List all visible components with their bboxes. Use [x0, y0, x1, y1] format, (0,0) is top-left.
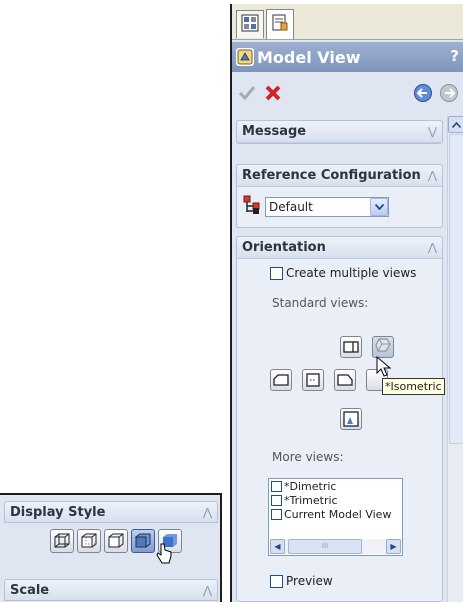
list-item-checkbox[interactable]: [271, 495, 282, 506]
view-left-button[interactable]: [334, 369, 356, 391]
message-header[interactable]: Message ⋁: [237, 121, 442, 143]
configuration-value: Default: [269, 200, 313, 214]
message-group: Message ⋁: [236, 120, 443, 144]
configuration-row: Default: [243, 195, 389, 219]
ok-check-icon[interactable]: [236, 82, 258, 104]
list-horizontal-scrollbar[interactable]: ◀ III ▶: [270, 539, 401, 554]
display-style-label: Display Style: [10, 504, 106, 520]
list-item[interactable]: *Trimetric: [269, 494, 402, 507]
model-view-icon: [236, 48, 254, 66]
property-manager-tab-icon: [271, 14, 289, 36]
list-item-checkbox[interactable]: [271, 481, 282, 492]
collapse-chevron-icon[interactable]: ⋀: [203, 584, 212, 597]
orientation-label: Orientation: [242, 240, 326, 255]
preview-label: Preview: [286, 574, 333, 588]
create-multiple-views-label: Create multiple views: [286, 266, 417, 280]
feature-manager-tab-icon: [241, 14, 259, 36]
help-button[interactable]: ?: [450, 47, 459, 65]
back-arrow-icon[interactable]: [412, 82, 434, 104]
wireframe-button[interactable]: [50, 529, 74, 553]
create-multiple-views-option[interactable]: Create multiple views: [270, 266, 416, 280]
view-isometric-button[interactable]: [372, 336, 394, 358]
configuration-select[interactable]: Default: [265, 197, 389, 217]
scroll-up-button[interactable]: [448, 116, 463, 133]
list-item-label: *Dimetric: [284, 480, 337, 493]
vertical-scrollbar[interactable]: [447, 116, 463, 602]
mouse-cursor-icon: [155, 543, 173, 571]
reference-configuration-header[interactable]: Reference Configuration ⋀: [237, 165, 442, 187]
dropdown-arrow-icon[interactable]: [370, 198, 388, 216]
scroll-thumb-horizontal[interactable]: III: [288, 539, 362, 554]
reference-configuration-group: Reference Configuration ⋀ Default: [236, 164, 443, 228]
preview-checkbox[interactable]: [270, 574, 283, 588]
property-manager-title-bar: Model View ?: [232, 42, 463, 72]
mouse-cursor-icon: [376, 355, 392, 382]
view-back-button[interactable]: [270, 369, 292, 391]
collapse-chevron-icon[interactable]: ⋀: [428, 169, 437, 182]
standard-views-label: Standard views:: [272, 296, 369, 310]
view-front-button[interactable]: [302, 369, 324, 391]
display-style-header[interactable]: Display Style ⋀: [4, 501, 218, 523]
isometric-view-icon: [374, 336, 392, 358]
list-item[interactable]: Current Model View: [269, 508, 402, 521]
manager-tabs: [232, 4, 463, 40]
scale-header[interactable]: Scale ⋀: [4, 579, 218, 601]
configuration-icon: [243, 195, 261, 219]
forward-arrow-icon[interactable]: [438, 82, 460, 104]
scroll-right-button[interactable]: ▶: [386, 539, 401, 554]
property-manager-panel: Model View ? Message ⋁ Reference Configu…: [230, 4, 463, 602]
collapse-chevron-icon[interactable]: ⋀: [203, 506, 212, 519]
hidden-lines-visible-button[interactable]: [77, 529, 101, 553]
expand-chevron-icon[interactable]: ⋁: [428, 125, 437, 138]
shaded-with-edges-button[interactable]: [131, 529, 155, 553]
message-label: Message: [242, 124, 307, 139]
hidden-lines-removed-button[interactable]: [104, 529, 128, 553]
list-item[interactable]: *Dimetric: [269, 480, 402, 493]
collapse-chevron-icon[interactable]: ⋀: [428, 241, 437, 254]
reference-configuration-label: Reference Configuration: [242, 168, 421, 183]
scale-label: Scale: [10, 582, 50, 598]
feature-manager-tab[interactable]: [236, 10, 264, 38]
list-item-label: Current Model View: [284, 508, 392, 521]
create-multiple-views-checkbox[interactable]: [270, 266, 283, 280]
more-views-list[interactable]: *Dimetric *Trimetric Current Model View …: [268, 478, 403, 556]
view-right-button[interactable]: [340, 336, 362, 358]
scroll-left-button[interactable]: ◀: [270, 539, 285, 554]
property-manager-title: Model View: [257, 47, 361, 67]
list-item-checkbox[interactable]: [271, 509, 282, 520]
scroll-thumb[interactable]: [449, 134, 463, 444]
orientation-header[interactable]: Orientation ⋀: [237, 237, 442, 259]
preview-option[interactable]: Preview: [270, 574, 333, 588]
action-buttons: [232, 76, 463, 110]
list-item-label: *Trimetric: [284, 494, 338, 507]
more-views-label: More views:: [272, 450, 344, 464]
property-manager-tab[interactable]: [266, 9, 294, 39]
view-bottom-button[interactable]: [340, 408, 362, 430]
display-style-inset: Display Style ⋀ Scale ⋀: [0, 493, 222, 602]
cancel-x-icon[interactable]: [262, 82, 284, 104]
